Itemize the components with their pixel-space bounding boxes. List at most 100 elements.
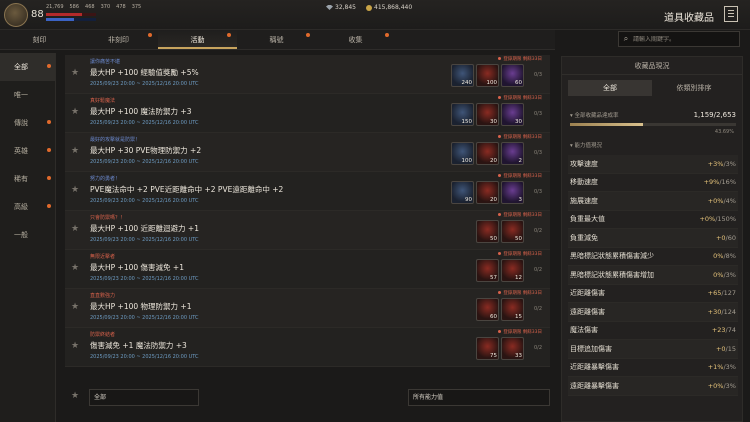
item-slot[interactable]: 12 xyxy=(501,259,524,282)
notification-dot xyxy=(227,33,231,37)
registered-count: 0/2 xyxy=(533,228,542,234)
item-slot[interactable]: 15 xyxy=(501,298,524,321)
sidebar-item[interactable]: 唯一 xyxy=(0,81,55,109)
item-slot[interactable]: 20 xyxy=(476,142,499,165)
sidebar-item[interactable]: 傳說 xyxy=(0,109,55,137)
notification-dot xyxy=(47,120,51,124)
favorite-star-icon[interactable]: ★ xyxy=(71,68,79,78)
notification-dot xyxy=(385,33,389,37)
list-item[interactable]: ★ 直直數強力 最大HP +100 物理防禦力 +1 2025/09/23 20:00… xyxy=(65,289,550,328)
item-slot[interactable]: 100 xyxy=(476,64,499,87)
stat-row[interactable]: 近距離傷害 +65/127 xyxy=(568,285,738,303)
sidebar-item[interactable]: 一般 xyxy=(0,221,55,249)
registered-count: 0/2 xyxy=(533,345,542,351)
item-slot[interactable]: 60 xyxy=(501,64,524,87)
tab-all[interactable]: 全部 xyxy=(568,80,652,96)
favorite-star-icon[interactable]: ★ xyxy=(71,302,79,312)
collection-book-icon[interactable] xyxy=(724,6,738,22)
stat-value: +23/74 xyxy=(712,326,736,334)
stat-row[interactable]: 施展速度 +0%/4% xyxy=(568,192,738,211)
item-quantity: 100 xyxy=(486,80,498,86)
item-slot[interactable]: 150 xyxy=(451,103,474,126)
favorite-star-icon[interactable]: ★ xyxy=(71,146,79,156)
filter-bar: ★ 全部 所有能力值 xyxy=(65,388,550,408)
stat-max: /3% xyxy=(723,159,736,168)
stat-value: +0%/4% xyxy=(708,197,736,205)
sidebar-item[interactable]: 全部 xyxy=(0,53,55,81)
stat-row[interactable]: 移動速度 +9%/16% xyxy=(568,174,738,192)
collection-list[interactable]: ★ 讓你痛苦不堪 最大HP +100 經驗值獎勵 +5% 2025/09/23 20:… xyxy=(65,55,550,385)
list-item[interactable]: ★ 無限近擊者 最大HP +100 傷害減免 +1 2025/09/23 20:00 … xyxy=(65,250,550,289)
top-bar: 88 21,769 586 468 370 478 375 32,845 415… xyxy=(0,0,750,30)
favorite-star-icon[interactable]: ★ xyxy=(71,224,79,234)
silver-currency: 32,845 xyxy=(326,4,356,11)
list-item[interactable]: ★ 防禦終結者 傷害減免 +1 魔法防禦力 +3 2025/09/23 20:00 ~… xyxy=(65,328,550,367)
stat-value: +30/124 xyxy=(708,308,736,316)
list-item[interactable]: ★ 努力的勇者！ PVE魔法命中 +2 PVE近距離命中 +2 PVE遠距離命中 +… xyxy=(65,172,550,211)
item-slot[interactable]: 60 xyxy=(476,298,499,321)
favorite-star-icon[interactable]: ★ xyxy=(71,185,79,195)
stat-filter-dropdown[interactable]: 所有能力值 xyxy=(408,389,550,406)
sidebar-item[interactable]: 高級 xyxy=(0,193,55,221)
tab-sort-by-category[interactable]: 依類別排序 xyxy=(652,80,736,96)
silver-amount: 32,845 xyxy=(335,4,356,11)
item-slot[interactable]: 240 xyxy=(451,64,474,87)
notification-dot xyxy=(148,33,152,37)
item-slot[interactable]: 50 xyxy=(501,220,524,243)
list-item[interactable]: ★ 只會防禦嗎？！ 最大HP +100 近距離迴避力 +1 2025/09/23 20… xyxy=(65,211,550,250)
stat-max: /8% xyxy=(723,252,736,261)
list-item[interactable]: ★ 真好鬆魔法 最大HP +100 魔法防禦力 +3 2025/09/23 20:00… xyxy=(65,94,550,133)
stat-row[interactable]: 魔法傷害 +23/74 xyxy=(568,322,738,340)
item-slot[interactable]: 30 xyxy=(501,103,524,126)
item-slot[interactable]: 33 xyxy=(501,337,524,360)
favorite-star-icon[interactable]: ★ xyxy=(71,107,79,117)
collection-period: 2025/09/23 20:00 ~ 2025/12/16 20:00 UTC xyxy=(90,81,199,87)
tab-item[interactable]: 收集 xyxy=(316,30,395,49)
stat-name: 遠距離暴擊傷害 xyxy=(570,381,619,390)
stat-row[interactable]: 近距離暴擊傷害 +1%/3% xyxy=(568,359,738,377)
tab-item[interactable]: 刻印 xyxy=(0,30,79,49)
avatar[interactable] xyxy=(4,3,28,27)
stat-row[interactable]: 負重減免 +0/60 xyxy=(568,229,738,248)
item-slot[interactable]: 75 xyxy=(476,337,499,360)
item-slot[interactable]: 90 xyxy=(451,181,474,204)
list-item[interactable]: ★ 讓你痛苦不堪 最大HP +100 經驗值獎勵 +5% 2025/09/23 20:… xyxy=(65,55,550,94)
item-slot[interactable]: 50 xyxy=(476,220,499,243)
stat-value: +1%/3% xyxy=(708,363,736,371)
stat-current: +65 xyxy=(707,289,722,298)
tab-item[interactable]: 稱號 xyxy=(237,30,316,49)
tab-item[interactable]: 非刻印 xyxy=(79,30,158,49)
stat-row[interactable]: 負重最大值 +0%/150% xyxy=(568,211,738,229)
item-slot[interactable]: 20 xyxy=(476,181,499,204)
sidebar-item[interactable]: 英雄 xyxy=(0,137,55,165)
stat-row[interactable]: 黑暗標記狀態累積傷害增加 0%/3% xyxy=(568,266,738,285)
item-slot[interactable]: 100 xyxy=(451,142,474,165)
stat-row[interactable]: 攻擊速度 +3%/3% xyxy=(568,155,738,174)
item-slot[interactable]: 2 xyxy=(501,142,524,165)
favorite-filter-star-icon[interactable]: ★ xyxy=(71,391,79,401)
favorite-star-icon[interactable]: ★ xyxy=(71,263,79,273)
item-slot[interactable]: 30 xyxy=(476,103,499,126)
stat-row[interactable]: 黑暗標記狀態累積傷害減少 0%/8% xyxy=(568,248,738,266)
list-item[interactable]: ★ 最好的攻擊就是防禦！ 最大HP +30 PVE物理防禦力 +2 2025/09/2… xyxy=(65,133,550,172)
search-box[interactable]: ⌕ xyxy=(618,31,740,47)
registered-count: 0/2 xyxy=(533,306,542,312)
item-slot[interactable]: 3 xyxy=(501,181,524,204)
collection-effect: 最大HP +100 近距離迴避力 +1 xyxy=(90,224,199,233)
stat-row[interactable]: 目標追加傷害 +0/15 xyxy=(568,340,738,359)
stat-max: /3% xyxy=(723,363,736,372)
stat-row[interactable]: 遠距離暴擊傷害 +0%/3% xyxy=(568,377,738,396)
favorite-star-icon[interactable]: ★ xyxy=(71,341,79,351)
sidebar-item-label: 全部 xyxy=(14,63,28,71)
search-input[interactable] xyxy=(633,35,733,43)
tab-item[interactable]: 活動 xyxy=(158,30,237,49)
category-filter-dropdown[interactable]: 全部 xyxy=(89,389,199,406)
collection-effect: 最大HP +100 魔法防禦力 +3 xyxy=(90,107,192,116)
sidebar-item[interactable]: 稀有 xyxy=(0,165,55,193)
stat-current: +0% xyxy=(707,196,724,205)
item-quantity: 100 xyxy=(461,158,473,164)
stat-value: +0%/3% xyxy=(708,382,736,390)
stat-row[interactable]: 遠距離傷害 +30/124 xyxy=(568,303,738,322)
search-icon[interactable]: ⌕ xyxy=(619,34,633,44)
item-slot[interactable]: 57 xyxy=(476,259,499,282)
